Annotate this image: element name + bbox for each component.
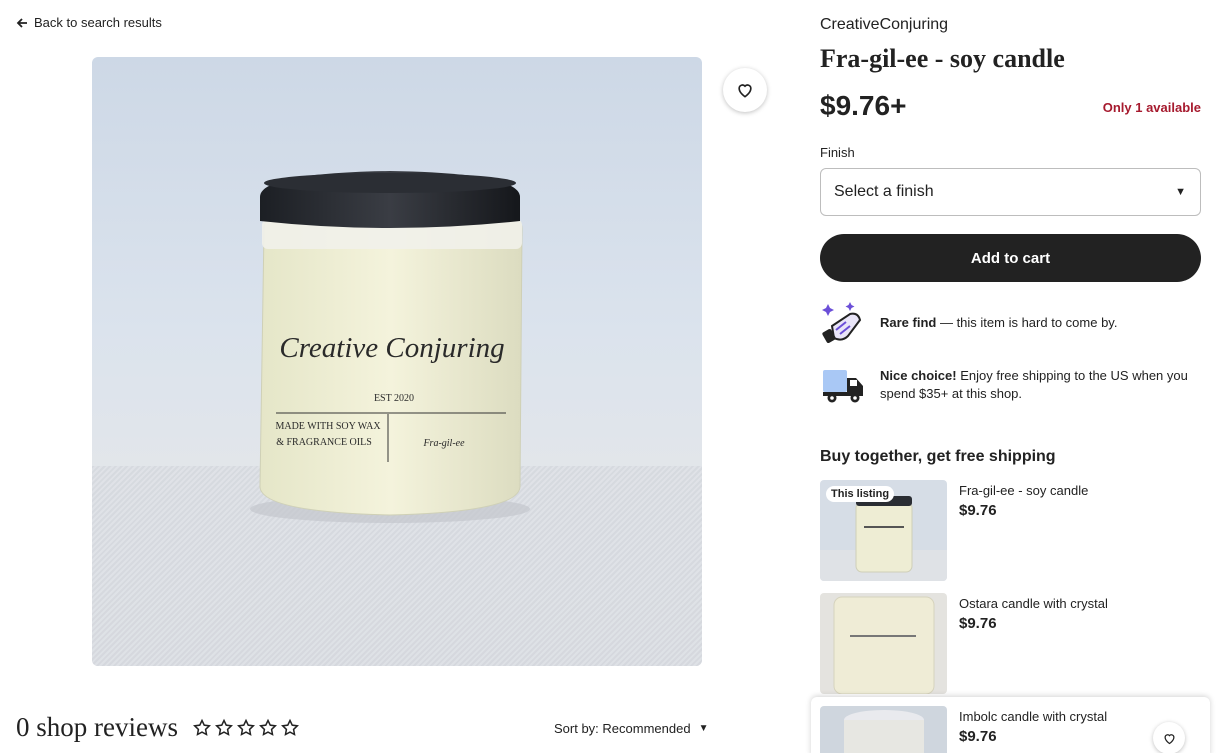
bundle-item-name[interactable]: Imbolc candle with crystal bbox=[959, 709, 1107, 724]
svg-text:Creative Conjuring: Creative Conjuring bbox=[279, 332, 504, 364]
reviews-count: 0 shop reviews bbox=[16, 712, 178, 742]
candle-thumbnail-image bbox=[820, 593, 947, 694]
star-outline-icon bbox=[237, 718, 255, 736]
candle-jar-illustration: Creative Conjuring EST 2020 MADE WITH SO… bbox=[250, 171, 530, 523]
shop-name-link[interactable]: CreativeConjuring bbox=[820, 16, 948, 34]
bundle-item-thumbnail[interactable] bbox=[820, 706, 947, 753]
svg-text:EST 2020: EST 2020 bbox=[374, 393, 414, 404]
bundle-item-thumbnail[interactable]: This listing bbox=[820, 480, 947, 581]
sticky-bundle-item-panel: Imbolc candle with crystal $9.76 bbox=[811, 697, 1210, 753]
bundle-item[interactable]: This listing Fra-gil-ee - soy candle $9.… bbox=[820, 480, 1201, 581]
heart-icon bbox=[738, 84, 752, 98]
svg-text:MADE WITH SOY WAX: MADE WITH SOY WAX bbox=[275, 421, 381, 432]
finish-select-value: Select a finish bbox=[834, 183, 934, 200]
free-shipping-text: Nice choice! Enjoy free shipping to the … bbox=[880, 368, 1188, 401]
this-listing-badge: This listing bbox=[826, 486, 895, 502]
rare-find-promo: Rare find — this item is hard to come by… bbox=[820, 300, 1201, 346]
bundle-item[interactable]: Imbolc candle with crystal $9.76 bbox=[820, 706, 1200, 753]
sort-label: Sort by: Recommended bbox=[554, 721, 691, 736]
back-link-label: Back to search results bbox=[34, 15, 162, 30]
sparkle-hand-icon bbox=[822, 302, 862, 343]
bundle-title: Buy together, get free shipping bbox=[820, 448, 1056, 465]
back-to-search-link[interactable]: Back to search results bbox=[16, 15, 162, 30]
bundle-item-info: Ostara candle with crystal $9.76 bbox=[959, 596, 1108, 632]
main-product-photo[interactable]: Creative Conjuring EST 2020 MADE WITH SO… bbox=[92, 57, 702, 666]
bundle-favorite-button[interactable] bbox=[1153, 722, 1185, 753]
shop-reviews-header: 0 shop reviews bbox=[16, 712, 300, 743]
svg-text:Fra-gil-ee: Fra-gil-ee bbox=[422, 438, 465, 449]
star-outline-icon bbox=[259, 718, 277, 736]
bundle-item-thumbnail[interactable] bbox=[820, 593, 947, 694]
rare-find-text: Rare find — this item is hard to come by… bbox=[880, 315, 1118, 330]
rating-stars bbox=[192, 718, 300, 738]
bundle-item-price: $9.76 bbox=[959, 615, 997, 632]
star-outline-icon bbox=[281, 718, 299, 736]
svg-text:& FRAGRANCE OILS: & FRAGRANCE OILS bbox=[276, 437, 372, 448]
sort-reviews-dropdown[interactable]: Sort by: Recommended ▼ bbox=[554, 721, 708, 736]
bundle-item-price: $9.76 bbox=[959, 728, 997, 745]
truck-icon bbox=[823, 370, 863, 403]
stock-status: Only 1 available bbox=[1102, 100, 1201, 115]
bundle-item-info: Imbolc candle with crystal $9.76 bbox=[959, 709, 1107, 745]
favorite-button[interactable] bbox=[723, 68, 767, 112]
bundle-item[interactable]: Ostara candle with crystal $9.76 bbox=[820, 593, 1201, 694]
free-shipping-promo: Nice choice! Enjoy free shipping to the … bbox=[820, 362, 1201, 408]
listing-price: $9.76+ bbox=[820, 90, 907, 121]
caret-down-icon: ▼ bbox=[1175, 186, 1186, 198]
bundle-item-name[interactable]: Fra-gil-ee - soy candle bbox=[959, 483, 1088, 498]
add-to-cart-button[interactable]: Add to cart bbox=[820, 234, 1201, 282]
finish-select[interactable]: Select a finish ▼ bbox=[820, 168, 1201, 216]
arrow-left-icon bbox=[16, 17, 27, 28]
listing-title: Fra-gil-ee - soy candle bbox=[820, 44, 1065, 73]
caret-down-icon: ▼ bbox=[698, 723, 709, 734]
finish-label: Finish bbox=[820, 145, 855, 160]
candle-thumbnail-image bbox=[820, 706, 947, 753]
bundle-item-name[interactable]: Ostara candle with crystal bbox=[959, 596, 1108, 611]
bundle-item-price: $9.76 bbox=[959, 502, 997, 519]
bundle-item-info: Fra-gil-ee - soy candle $9.76 bbox=[959, 483, 1088, 519]
star-outline-icon bbox=[193, 718, 211, 736]
heart-icon bbox=[1163, 733, 1175, 744]
star-outline-icon bbox=[215, 718, 233, 736]
